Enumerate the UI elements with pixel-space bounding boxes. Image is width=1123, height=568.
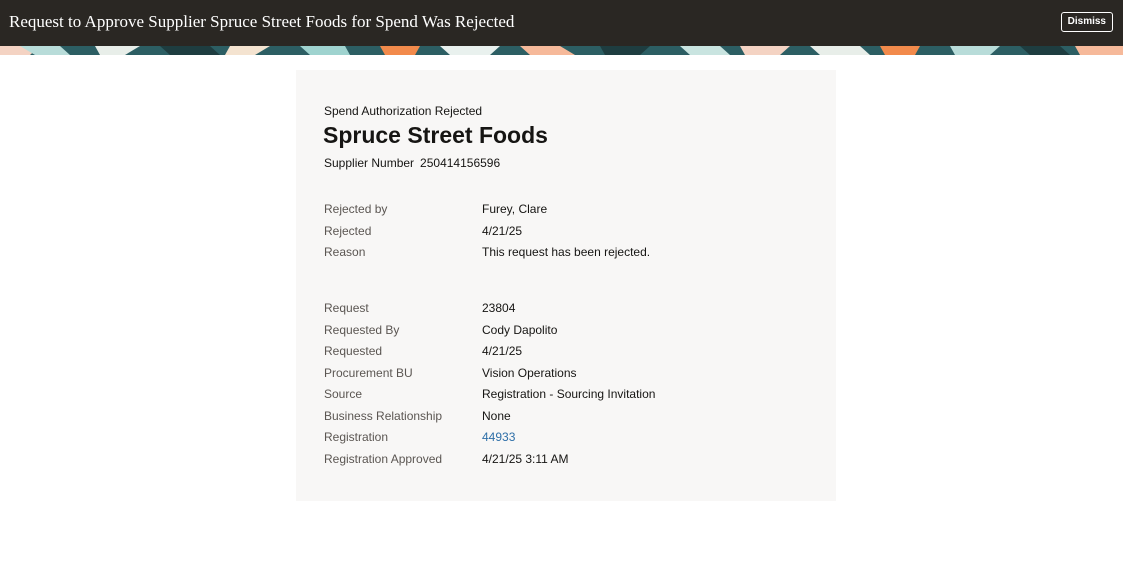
detail-label: Rejected [324,223,372,238]
detail-label: Registration Approved [324,451,443,466]
detail-label: Procurement BU [324,365,413,380]
detail-value: Registration - Sourcing Invitation [482,387,656,401]
supplier-number-value: 250414156596 [420,156,501,170]
notification-header: Request to Approve Supplier Spruce Stree… [0,0,1123,46]
detail-value: 4/21/25 3:11 AM [482,451,569,466]
detail-value: Vision Operations [482,365,577,380]
supplier-number: Supplier Number 250414156596 [324,156,500,170]
detail-label: Rejected by [324,202,388,216]
detail-value: 4/21/25 [482,223,523,238]
detail-label: Request [324,301,369,315]
detail-label: Source [324,387,363,401]
supplier-name: Spruce Street Foods [323,122,548,148]
registration-link[interactable]: 44933 [482,430,515,444]
detail-value: This request has been rejected. [482,245,651,259]
dismiss-button[interactable]: Dismiss [1060,12,1113,32]
decorative-banner [0,46,1123,55]
supplier-number-label: Supplier Number [324,156,415,170]
notification-card: Spend Authorization Rejected Spruce Stre… [296,70,836,501]
notification-status: Spend Authorization Rejected [324,104,483,118]
detail-label: Reason [324,245,366,259]
detail-value: Cody Dapolito [482,322,558,337]
detail-value: None [482,408,511,423]
detail-label: Registration [324,430,389,444]
detail-label: Requested By [324,322,400,337]
detail-value: 4/21/25 [482,344,523,358]
detail-value: 23804 [482,301,516,315]
detail-label: Requested [324,344,383,358]
detail-label: Business Relationship [324,408,443,423]
banner-pattern-graphic [0,46,1123,55]
detail-value: Furey, Clare [482,202,548,216]
page-title: Request to Approve Supplier Spruce Stree… [9,12,515,31]
